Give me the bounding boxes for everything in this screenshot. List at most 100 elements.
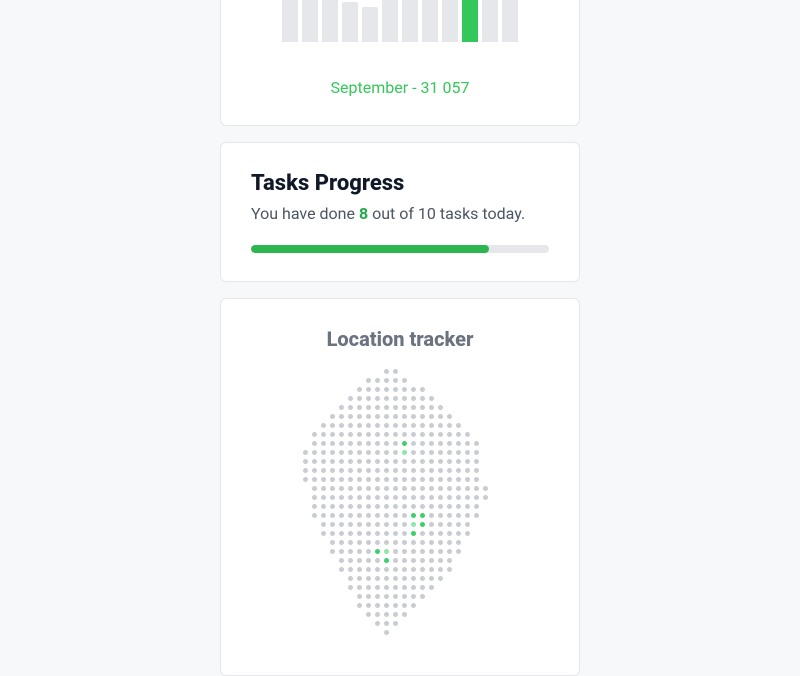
- map-dot: [429, 558, 434, 563]
- map-dot: [393, 432, 398, 437]
- map-dot: [393, 441, 398, 446]
- visits-bar[interactable]: [362, 7, 378, 42]
- map-dot: [312, 477, 317, 482]
- map-dot: [393, 540, 398, 545]
- map-dot: [402, 603, 407, 608]
- map-dot: [465, 531, 470, 536]
- map-dot: [402, 585, 407, 590]
- visits-bar[interactable]: [462, 0, 478, 42]
- map-dot: [393, 585, 398, 590]
- map-dot: [339, 477, 344, 482]
- map-dot: [339, 540, 344, 545]
- visits-bar[interactable]: [382, 0, 398, 42]
- map-dot: [348, 450, 353, 455]
- map-dot: [402, 468, 407, 473]
- visits-bar[interactable]: [282, 0, 298, 42]
- map-dot: [339, 549, 344, 554]
- map-dot: [474, 486, 479, 491]
- map-dot: [366, 468, 371, 473]
- map-dot: [366, 558, 371, 563]
- location-title: Location tracker: [251, 327, 549, 351]
- map-dot: [375, 387, 380, 392]
- map-dot: [366, 450, 371, 455]
- location-dot-map: [303, 369, 497, 635]
- map-dot: [465, 513, 470, 518]
- map-dot: [357, 558, 362, 563]
- visits-bar[interactable]: [442, 0, 458, 42]
- map-dot: [411, 423, 416, 428]
- visits-bar[interactable]: [422, 0, 438, 42]
- map-dot: [330, 432, 335, 437]
- map-dot: [465, 522, 470, 527]
- map-dot: [384, 531, 389, 536]
- map-dot: [357, 504, 362, 509]
- map-dot: [465, 495, 470, 500]
- map-dot: [357, 486, 362, 491]
- map-dot: [348, 441, 353, 446]
- map-dot: [348, 468, 353, 473]
- map-dot: [348, 504, 353, 509]
- map-dot: [366, 612, 371, 617]
- map-dot: [303, 459, 308, 464]
- visits-bar[interactable]: [322, 0, 338, 42]
- visits-bar[interactable]: [342, 2, 358, 42]
- map-dot: [402, 459, 407, 464]
- map-dot: [429, 459, 434, 464]
- map-dot: [438, 531, 443, 536]
- map-dot: [366, 504, 371, 509]
- map-dot: [357, 405, 362, 410]
- map-dot: [348, 495, 353, 500]
- map-dot: [420, 594, 425, 599]
- map-dot: [375, 396, 380, 401]
- map-dot: [438, 495, 443, 500]
- map-dot: [393, 612, 398, 617]
- map-dot: [366, 567, 371, 572]
- map-dot: [321, 477, 326, 482]
- map-dot: [429, 486, 434, 491]
- map-dot: [402, 441, 407, 446]
- map-dot: [393, 378, 398, 383]
- visits-card: Visits month September - 31 057: [220, 0, 580, 126]
- map-dot: [447, 540, 452, 545]
- map-dot: [339, 414, 344, 419]
- map-dot: [438, 468, 443, 473]
- map-dot: [411, 576, 416, 581]
- map-dot: [483, 495, 488, 500]
- map-dot: [348, 540, 353, 545]
- map-dot: [393, 396, 398, 401]
- map-dot: [420, 468, 425, 473]
- map-dot: [411, 531, 416, 536]
- map-dot: [357, 576, 362, 581]
- map-dot: [339, 486, 344, 491]
- visits-bar[interactable]: [302, 0, 318, 42]
- visits-bar[interactable]: [482, 0, 498, 42]
- map-dot: [393, 468, 398, 473]
- map-dot: [474, 468, 479, 473]
- map-dot: [348, 459, 353, 464]
- map-dot: [438, 576, 443, 581]
- map-dot: [393, 567, 398, 572]
- map-dot: [384, 369, 389, 374]
- map-dot: [447, 450, 452, 455]
- map-dot: [384, 477, 389, 482]
- map-dot: [420, 531, 425, 536]
- map-dot: [447, 513, 452, 518]
- map-dot: [438, 549, 443, 554]
- map-dot: [348, 567, 353, 572]
- map-dot: [339, 432, 344, 437]
- map-dot: [357, 540, 362, 545]
- map-dot: [330, 450, 335, 455]
- map-dot: [438, 504, 443, 509]
- map-dot: [411, 387, 416, 392]
- map-dot: [375, 549, 380, 554]
- map-dot: [429, 513, 434, 518]
- visits-bar[interactable]: [502, 0, 518, 42]
- map-dot: [384, 576, 389, 581]
- map-dot: [384, 567, 389, 572]
- map-dot: [474, 450, 479, 455]
- map-dot: [375, 441, 380, 446]
- visits-bar[interactable]: [402, 0, 418, 42]
- map-dot: [375, 585, 380, 590]
- map-dot: [366, 540, 371, 545]
- map-dot: [348, 585, 353, 590]
